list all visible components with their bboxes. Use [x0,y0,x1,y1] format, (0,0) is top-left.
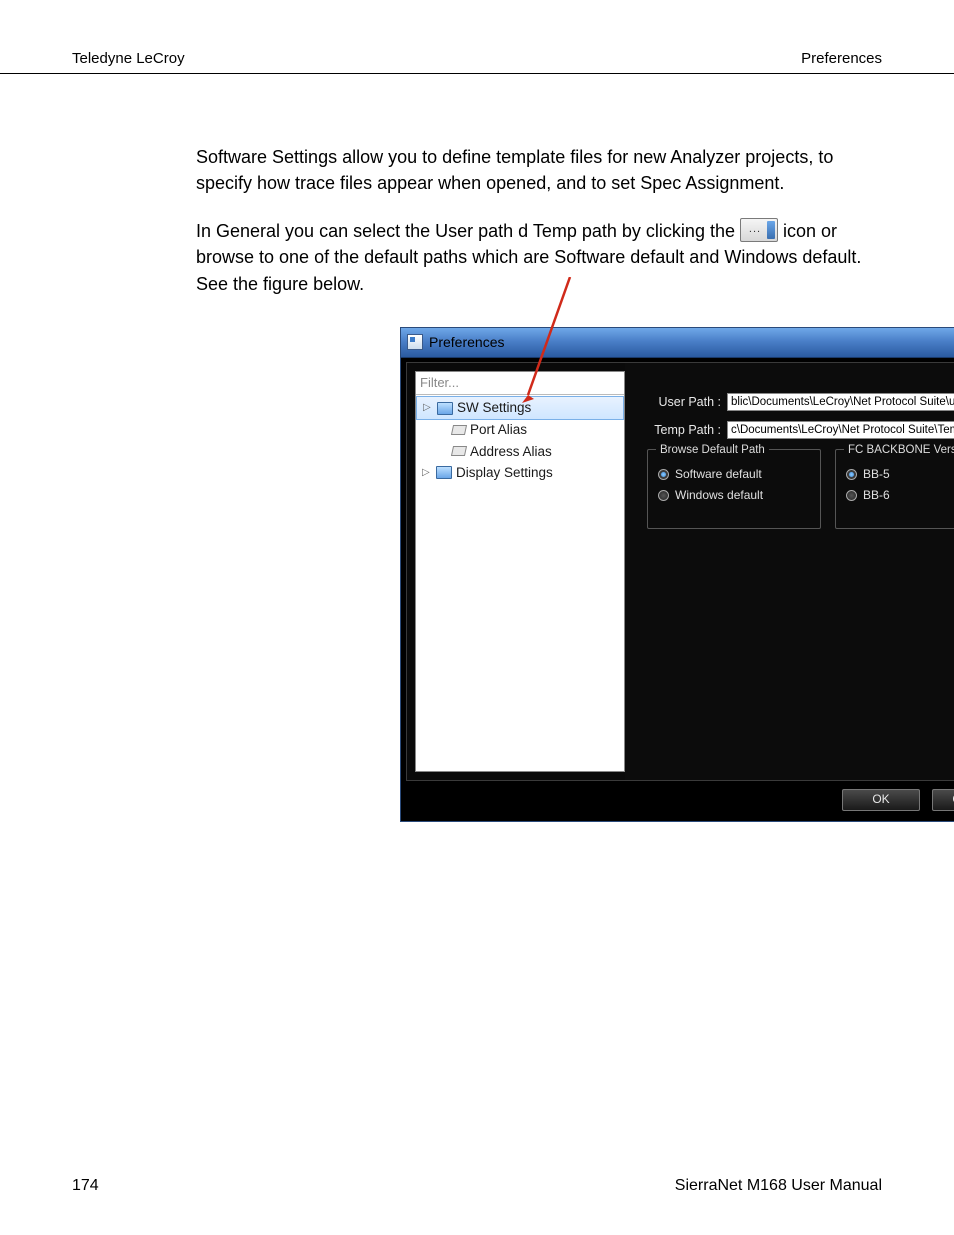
radio-bb5[interactable]: BB-5 [846,464,954,485]
cancel-button[interactable]: Cancel [932,789,954,811]
temp-path-label: Temp Path : [647,421,721,439]
tree-item-port-alias[interactable]: Port Alias [416,419,624,441]
tree-label: Port Alias [470,420,527,440]
radio-software-default[interactable]: Software default [658,464,810,485]
expander-icon[interactable]: ▷ [422,466,432,481]
figure-preferences-dialog: Preferences X Filter... ▷ SW Settings [400,327,954,867]
radio-icon [846,469,857,480]
group-browse-default-path: Browse Default Path Software default Win… [647,449,821,529]
groupboxes: Browse Default Path Software default Win… [647,449,954,529]
radio-label: Software default [675,466,762,483]
page-number: 174 [72,1177,99,1195]
tree-item-display-settings[interactable]: ▷ Display Settings [416,462,624,484]
body-content: Software Settings allow you to define te… [0,74,954,867]
group-title: FC BACKBONE Version [844,442,954,459]
group-title: Browse Default Path [656,442,769,459]
settings-tree: ▷ SW Settings Port Alias Address Alias [416,395,624,485]
browse-icon: ... [740,218,778,242]
header-right: Preferences [801,50,882,67]
folder-icon [436,466,452,479]
tree-label: Display Settings [456,463,553,483]
app-icon [407,334,423,350]
header-left: Teledyne LeCroy [72,50,185,67]
group-fc-backbone: FC BACKBONE Version BB-5 BB-6 [835,449,954,529]
expander-icon[interactable]: ▷ [423,401,433,416]
folder-icon [437,402,453,415]
dialog-titlebar[interactable]: Preferences X [401,328,954,358]
paragraph-1: Software Settings allow you to define te… [196,144,882,196]
filter-input[interactable]: Filter... [416,372,624,396]
radio-windows-default[interactable]: Windows default [658,485,810,506]
tag-icon [451,425,467,435]
page-header: Teledyne LeCroy Preferences [0,0,954,74]
manual-title: SierraNet M168 User Manual [675,1177,882,1195]
user-path-input[interactable] [727,393,954,411]
user-path-row: User Path : ... [647,393,954,411]
browse-icon-label: ... [749,222,761,238]
tree-item-address-alias[interactable]: Address Alias [416,441,624,463]
preferences-dialog: Preferences X Filter... ▷ SW Settings [400,327,954,822]
tree-label: SW Settings [457,398,531,418]
radio-icon [658,490,669,501]
tree-panel: Filter... ▷ SW Settings Port Alias [415,371,625,772]
ok-button[interactable]: OK [842,789,920,811]
radio-bb6[interactable]: BB-6 [846,485,954,506]
tag-icon [451,446,467,456]
radio-label: BB-6 [863,487,890,504]
radio-icon [658,469,669,480]
tree-label: Address Alias [470,442,552,462]
temp-path-row: Temp Path : ... [647,421,954,439]
paragraph-2: In General you can select the User path … [196,218,882,296]
dialog-title: Preferences [429,332,504,352]
temp-path-input[interactable] [727,421,954,439]
radio-icon [846,490,857,501]
tree-item-sw-settings[interactable]: ▷ SW Settings [416,396,624,420]
radio-label: BB-5 [863,466,890,483]
para2-pre: In General you can select the User path … [196,221,740,241]
dialog-footer: OK Cancel [406,784,954,816]
settings-panel: User Path : ... Temp Path : ... Browse D… [625,363,954,780]
page-footer: 174 SierraNet M168 User Manual [72,1177,882,1195]
radio-label: Windows default [675,487,763,504]
dialog-body: Filter... ▷ SW Settings Port Alias [406,362,954,781]
user-path-label: User Path : [647,393,721,411]
